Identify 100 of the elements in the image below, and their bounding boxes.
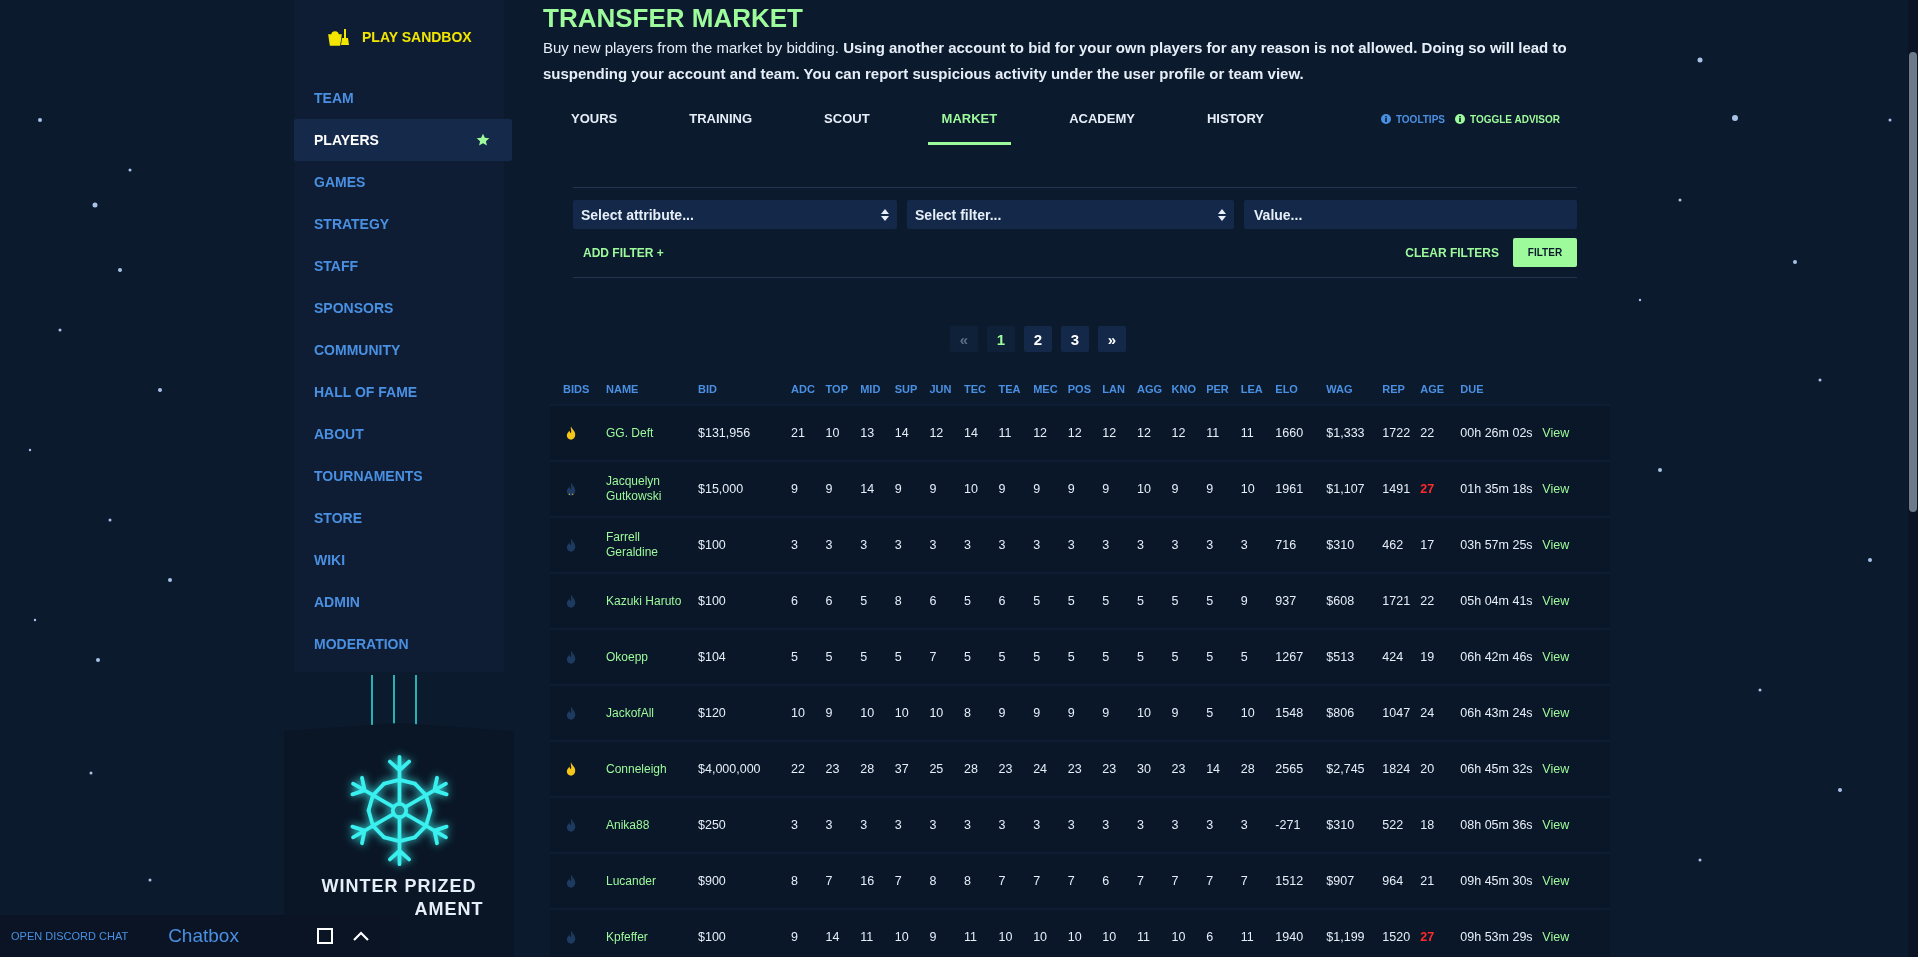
table-cell-text: 5 <box>1171 650 1180 664</box>
table-cell-text: 9 <box>791 930 799 944</box>
table-cell-text: 1722 <box>1382 426 1412 440</box>
table-cell-text: 23 <box>998 762 1014 776</box>
table-cell-text: 1491 <box>1382 482 1412 496</box>
table-cell-text: 3 <box>963 818 972 832</box>
table-cell-text: 964 <box>1382 874 1405 888</box>
table-cell-text: 10 <box>1136 706 1152 720</box>
table-cell-text: 25 <box>929 762 945 776</box>
table-cell-text: -271 <box>1275 818 1302 832</box>
table-cell-text: 3 <box>825 538 834 552</box>
table-cell-text: 11 <box>998 426 1013 440</box>
table-cell-text: 3 <box>998 538 1007 552</box>
table-cell-text: 7 <box>1206 874 1215 888</box>
table-cell-text: 10 <box>1171 930 1187 944</box>
table-cell-text: 3 <box>1136 818 1145 832</box>
table-cell-text: 23 <box>1067 762 1083 776</box>
table-cell-text: 3 <box>894 818 903 832</box>
table-cell-text: 3 <box>1240 818 1249 832</box>
table-cell-text: 10 <box>1033 930 1049 944</box>
table-cell-text: $310 <box>1326 818 1356 832</box>
table-cell-text: 3 <box>929 538 938 552</box>
table-cell-text: 10 <box>963 482 979 496</box>
table-cell-text: 3 <box>1067 538 1076 552</box>
table-cell-text: 37 <box>894 762 910 776</box>
table-cell-text: 14 <box>963 426 979 440</box>
table-cell-text: 3 <box>1240 538 1249 552</box>
table-cell-text: 24 <box>1033 762 1049 776</box>
table-cell-text: 10 <box>1240 706 1256 720</box>
table-cell-text: $131,956 <box>698 426 752 440</box>
table-cell-text: 5 <box>1171 594 1180 608</box>
table-cell-text: 5 <box>894 650 903 664</box>
table-cell-text: $2,745 <box>1326 762 1366 776</box>
table-cell-text: 424 <box>1382 650 1405 664</box>
table-cell-text: 22 <box>1420 594 1436 608</box>
table-cell-text: 5 <box>963 594 972 608</box>
table-cell-text: 12 <box>1136 426 1152 440</box>
table-cell-text: 9 <box>929 930 938 944</box>
table-cell-text: 27 <box>1420 930 1436 944</box>
table-cell-text: 3 <box>929 818 938 832</box>
table-cell-text: 1721 <box>1382 594 1412 608</box>
table-cell-text: 5 <box>1206 650 1215 664</box>
table-cell-text: 1660 <box>1275 426 1305 440</box>
table-cell-text: $900 <box>698 874 727 888</box>
table-cell-text: 11 <box>1240 426 1255 440</box>
table-cell-text: 12 <box>1033 426 1049 440</box>
table-cell-text: 3 <box>963 538 972 552</box>
chat-title: Chatbox <box>168 925 239 947</box>
table-cell-text: 5 <box>1206 706 1215 720</box>
table-cell-text: 14 <box>860 482 876 496</box>
table-cell-text: 16 <box>860 874 876 888</box>
table-cell-text: $513 <box>1326 650 1356 664</box>
table-cell-text: 9 <box>791 482 799 496</box>
table-cell-text: 5 <box>1033 594 1042 608</box>
table-cell-text: 06h 42m 46s <box>1460 650 1534 664</box>
table-cell-text: 10 <box>929 706 945 720</box>
table-cell-text: 18 <box>1420 818 1436 832</box>
table-cell-text: 10 <box>998 930 1014 944</box>
table-cell-text: $1,107 <box>1326 482 1366 496</box>
table-cell-text: 1512 <box>1275 874 1305 888</box>
table-cell-text: 3 <box>825 818 834 832</box>
table-cell-text: 3 <box>1206 818 1215 832</box>
table-cell-text: 9 <box>1102 706 1111 720</box>
table-cell-text: 3 <box>791 818 799 832</box>
table-cell-text: 5 <box>1067 650 1076 664</box>
table-cell-text: 6 <box>825 594 834 608</box>
table-cell-text: 6 <box>929 594 938 608</box>
table-cell-text: 716 <box>1275 538 1298 552</box>
table-cell-text: 3 <box>1033 818 1042 832</box>
table-cell-text: 8 <box>963 874 972 888</box>
table-cell-text: 1940 <box>1275 930 1305 944</box>
table-cell-text: 937 <box>1275 594 1298 608</box>
table-cell-text: 5 <box>860 650 869 664</box>
table-cell-text: 08h 05m 36s <box>1460 818 1534 832</box>
table-cell-text: 10 <box>894 930 910 944</box>
table-cell-text: 17 <box>1420 538 1436 552</box>
table-cell-text: 06h 45m 32s <box>1460 762 1534 776</box>
table-cell-text: 14 <box>894 426 910 440</box>
table-cell-text: 20 <box>1420 762 1436 776</box>
table-cell-text: $120 <box>698 706 727 720</box>
table-cell-text: 28 <box>1240 762 1256 776</box>
table-cell-text: 462 <box>1382 538 1405 552</box>
table-cell-text: $806 <box>1326 706 1356 720</box>
table-cell-text: 8 <box>791 874 799 888</box>
table-cell-text: 11 <box>1240 930 1255 944</box>
table-cell-text: 7 <box>1033 874 1042 888</box>
table-cell-text: 00h 26m 02s <box>1460 426 1534 440</box>
table-cell-text: $608 <box>1326 594 1356 608</box>
table-cell-text: 3 <box>1102 538 1111 552</box>
table-cell-text: 14 <box>1206 762 1222 776</box>
table-cell-text: 9 <box>998 482 1007 496</box>
table-cell-text: $104 <box>698 650 727 664</box>
table-cell-text: 3 <box>1136 538 1145 552</box>
table-cell-text: 3 <box>894 538 903 552</box>
table-cell-text: 06h 43m 24s <box>1460 706 1534 720</box>
table-cell-text: 7 <box>1171 874 1180 888</box>
table-cell-text: 12 <box>1102 426 1118 440</box>
table-cell-text: 5 <box>1102 594 1111 608</box>
table-cell-text: $1,199 <box>1326 930 1366 944</box>
table-cell-text: $15,000 <box>698 482 745 496</box>
